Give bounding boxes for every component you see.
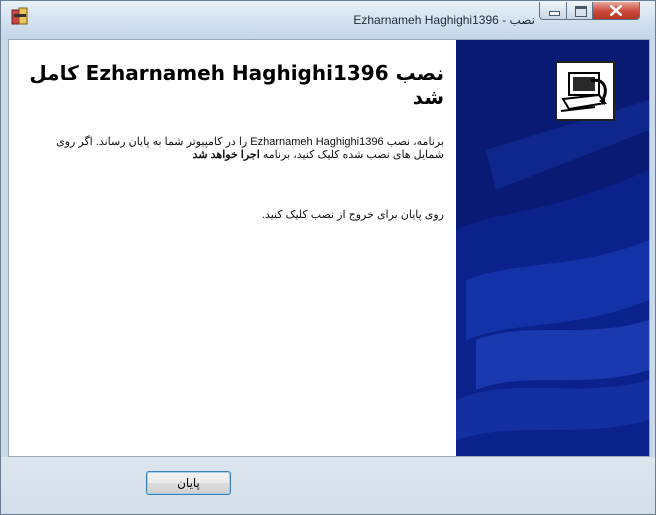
completion-message: برنامه، نصب Ezharnameh Haghighi1396 را د… bbox=[49, 136, 444, 162]
installer-window: Ezharnameh Haghighi1396 - نصب نصب Ezharn… bbox=[0, 0, 656, 515]
close-icon bbox=[609, 4, 623, 17]
installer-app-icon bbox=[11, 7, 28, 25]
maximize-icon bbox=[575, 6, 587, 17]
completion-message-bold: اجرا خواهد شد bbox=[192, 149, 260, 161]
side-banner bbox=[456, 40, 649, 456]
banner-art bbox=[456, 40, 649, 456]
minimize-button[interactable] bbox=[539, 2, 567, 20]
maximize-button[interactable] bbox=[566, 2, 593, 20]
button-bar bbox=[1, 457, 655, 514]
close-button[interactable] bbox=[592, 2, 640, 20]
window-title: Ezharnameh Haghighi1396 - نصب bbox=[353, 13, 535, 27]
page-heading: نصب Ezharnameh Haghighi1396 کامل شد bbox=[29, 61, 444, 109]
minimize-icon bbox=[549, 11, 560, 16]
title-bar[interactable]: Ezharnameh Haghighi1396 - نصب bbox=[1, 1, 655, 39]
finish-instruction: روی پایان برای خروج از نصب کلیک کنید. bbox=[261, 209, 444, 221]
setup-computer-icon bbox=[555, 61, 615, 121]
finish-button[interactable]: پایان bbox=[146, 471, 231, 495]
